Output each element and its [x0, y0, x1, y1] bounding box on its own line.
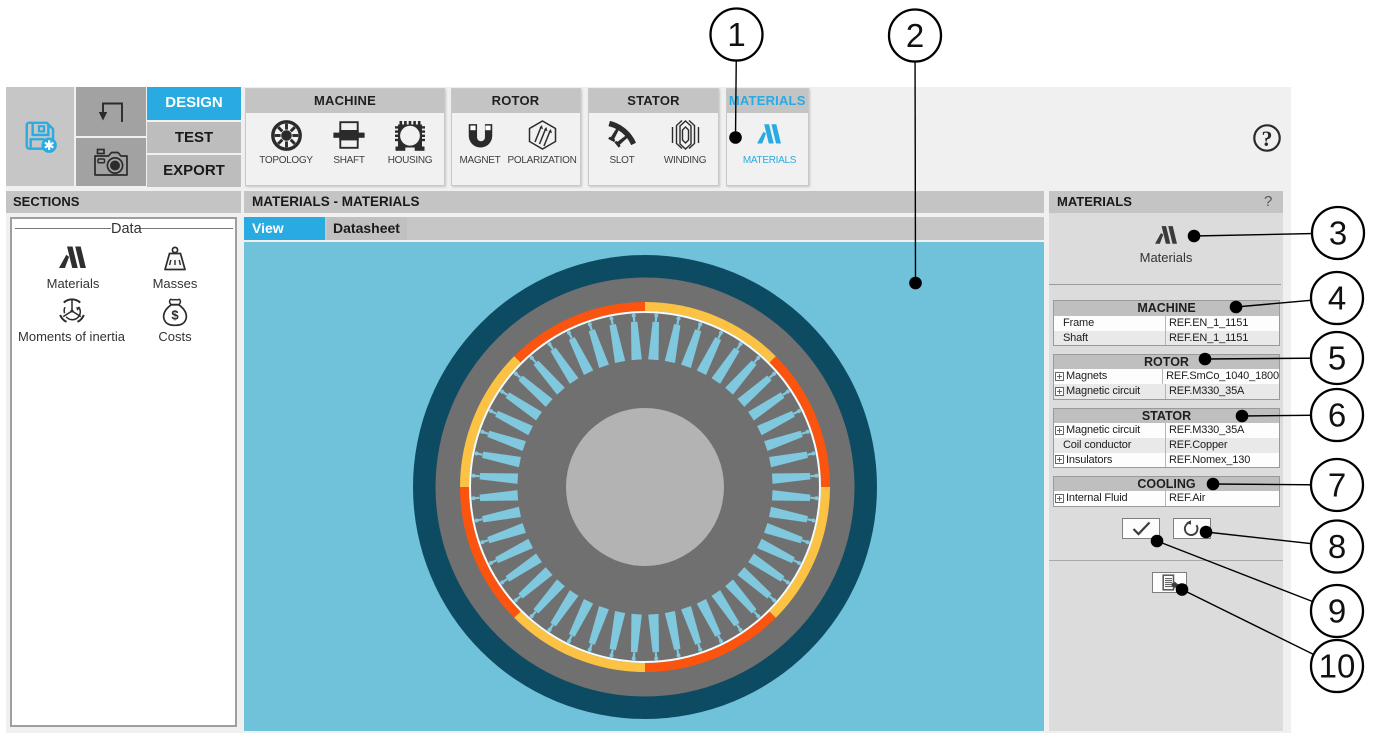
svg-text:7: 7	[1328, 467, 1346, 504]
svg-text:1: 1	[727, 16, 745, 53]
svg-text:3: 3	[1329, 215, 1347, 252]
svg-text:$: $	[171, 308, 179, 323]
svg-text:?: ?	[1262, 126, 1273, 151]
svg-text:2: 2	[906, 17, 924, 54]
svg-text:10: 10	[1319, 648, 1356, 685]
svg-text:4: 4	[1328, 280, 1346, 317]
svg-text:5: 5	[1328, 340, 1346, 377]
svg-text:9: 9	[1328, 593, 1346, 630]
svg-text:8: 8	[1328, 528, 1346, 565]
svg-text:6: 6	[1328, 397, 1346, 434]
